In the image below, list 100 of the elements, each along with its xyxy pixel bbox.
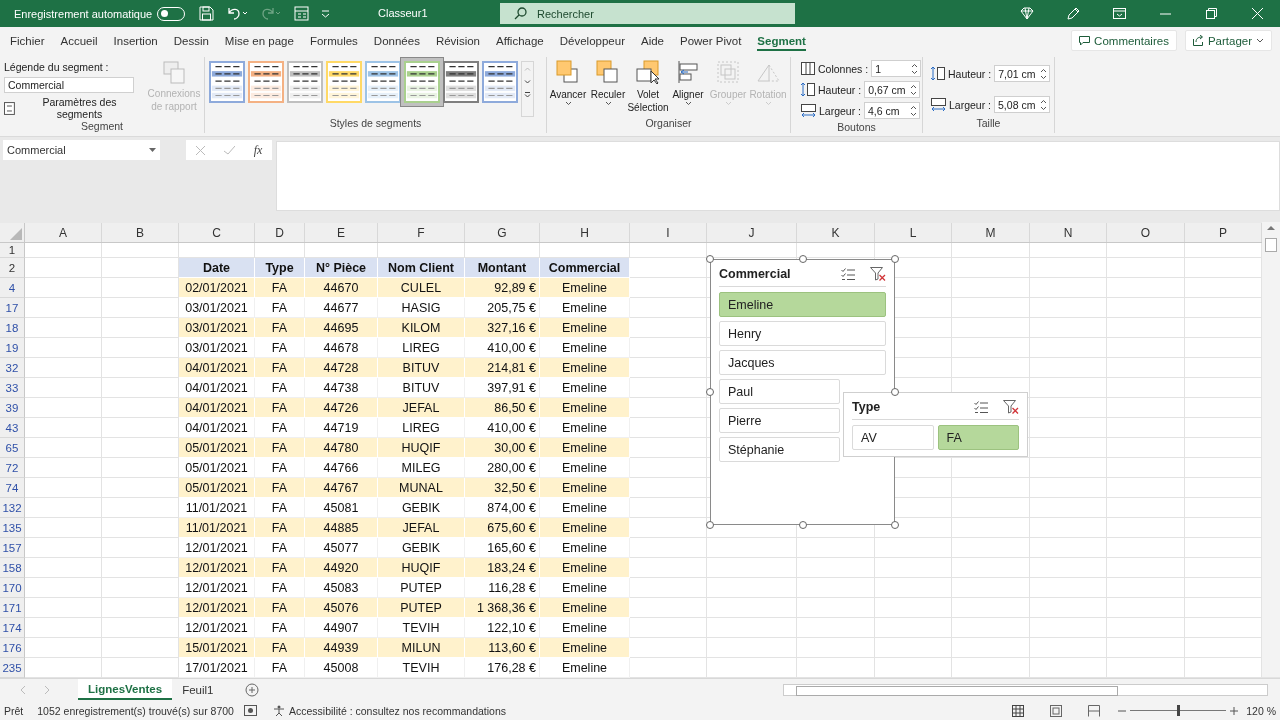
column-header[interactable]: L: [875, 223, 952, 242]
arrange-button[interactable]: Aligner: [668, 59, 708, 117]
formula-field[interactable]: [276, 141, 1280, 211]
column-header[interactable]: F: [378, 223, 465, 242]
page-layout-icon[interactable]: [1050, 704, 1063, 717]
slicer-style-swatch[interactable]: [365, 61, 401, 103]
spin-arrows-icon[interactable]: [910, 104, 918, 117]
close-icon[interactable]: [1251, 8, 1263, 19]
caption-field[interactable]: Commercial: [4, 77, 134, 93]
accessibility-status[interactable]: Accessibilité : consultez nos recommandations: [288, 704, 507, 717]
resize-handle[interactable]: [798, 521, 807, 529]
row-header[interactable]: 19: [0, 338, 25, 358]
sheet-tab[interactable]: LignesVentes: [78, 679, 173, 700]
slicer-item[interactable]: AV: [852, 425, 934, 450]
ribbon-tab[interactable]: Données: [365, 27, 428, 54]
minimize-icon[interactable]: [1159, 12, 1171, 15]
arrange-button[interactable]: Volet Sélection: [628, 59, 668, 117]
zoom-in-icon[interactable]: [1230, 706, 1239, 715]
row-header[interactable]: 32: [0, 358, 25, 378]
horizontal-scrollbar[interactable]: [783, 684, 1268, 696]
arrange-button[interactable]: Reculer: [588, 59, 628, 117]
slicer-item[interactable]: Henry: [719, 321, 886, 346]
column-header[interactable]: A: [25, 223, 102, 242]
spin-field[interactable]: 1: [871, 60, 922, 77]
multi-select-icon[interactable]: [841, 267, 856, 281]
save-icon[interactable]: [199, 6, 215, 21]
spin-field[interactable]: 4,6 cm: [864, 102, 921, 119]
slicer-item[interactable]: Stéphanie: [719, 437, 840, 462]
row-header[interactable]: 135: [0, 518, 25, 538]
ribbon-tab[interactable]: Aide: [632, 27, 672, 54]
row-header[interactable]: 174: [0, 618, 25, 638]
row-header[interactable]: 43: [0, 418, 25, 438]
column-header[interactable]: G: [465, 223, 540, 242]
ribbon-tab[interactable]: Segment: [749, 27, 814, 54]
row-header[interactable]: 33: [0, 378, 25, 398]
slicer-style-swatch[interactable]: [209, 61, 245, 103]
ribbon-tab[interactable]: Power Pivot: [672, 27, 750, 54]
arrange-button[interactable]: Avancer: [548, 59, 588, 117]
form-icon[interactable]: [294, 6, 310, 21]
column-header[interactable]: J: [707, 223, 797, 242]
page-break-icon[interactable]: [1088, 704, 1101, 717]
spin-field[interactable]: 0,67 cm: [864, 81, 921, 98]
slicer-item[interactable]: FA: [937, 425, 1019, 450]
undo-icon[interactable]: [226, 6, 249, 21]
vertical-scrollbar[interactable]: [1262, 222, 1280, 677]
spin-arrows-icon[interactable]: [1040, 98, 1048, 111]
ribbon-tab[interactable]: Affichage: [488, 27, 552, 54]
scroll-thumb[interactable]: [796, 686, 1118, 696]
dropdown-caret-icon[interactable]: [149, 148, 156, 152]
ribbon-tab[interactable]: Mise en page: [216, 27, 302, 54]
row-header[interactable]: 170: [0, 578, 25, 598]
column-header[interactable]: I: [630, 223, 707, 242]
clear-filter-icon[interactable]: [1003, 400, 1019, 414]
spin-field[interactable]: 5,08 cm: [994, 96, 1051, 113]
clear-filter-icon[interactable]: [870, 267, 886, 281]
row-header[interactable]: 1: [0, 243, 25, 258]
row-header[interactable]: 158: [0, 558, 25, 578]
row-header[interactable]: 17: [0, 298, 25, 318]
column-header[interactable]: N: [1030, 223, 1107, 242]
customize-caret-icon[interactable]: [321, 9, 331, 18]
slicer-settings-button[interactable]: Paramètres des segments: [0, 96, 144, 120]
ribbon-tab[interactable]: Développeur: [551, 27, 633, 54]
spin-field[interactable]: 7,01 cm: [994, 65, 1051, 82]
add-sheet-icon[interactable]: [245, 682, 260, 697]
ribbon-tab[interactable]: Formules: [301, 27, 366, 54]
slicer-item[interactable]: Pierre: [719, 408, 840, 433]
column-header[interactable]: O: [1107, 223, 1185, 242]
resize-handle[interactable]: [706, 388, 714, 396]
resize-handle[interactable]: [798, 255, 807, 263]
column-header[interactable]: M: [952, 223, 1030, 242]
name-box[interactable]: Commercial: [3, 140, 160, 160]
insert-function-button[interactable]: fx: [253, 142, 263, 158]
column-header[interactable]: D: [255, 223, 305, 242]
row-header[interactable]: 235: [0, 658, 25, 678]
row-header[interactable]: 4: [0, 278, 25, 298]
slicer-style-swatch[interactable]: [482, 61, 518, 103]
spin-arrows-icon[interactable]: [911, 62, 919, 75]
row-header[interactable]: 39: [0, 398, 25, 418]
slicer-item[interactable]: Jacques: [719, 350, 886, 375]
resize-handle[interactable]: [891, 255, 899, 263]
multi-select-icon[interactable]: [974, 400, 989, 414]
ribbon-tab[interactable]: Dessin: [165, 27, 217, 54]
column-header[interactable]: K: [797, 223, 875, 242]
row-header[interactable]: 65: [0, 438, 25, 458]
row-header[interactable]: 176: [0, 638, 25, 658]
zoom-level[interactable]: 120 %: [1246, 704, 1276, 717]
ribbon-tab[interactable]: Révision: [427, 27, 488, 54]
row-header[interactable]: 72: [0, 458, 25, 478]
diamond-icon[interactable]: [1020, 7, 1034, 20]
ribbon-tab[interactable]: Fichier: [2, 27, 53, 54]
accessibility-icon[interactable]: [272, 704, 285, 717]
row-header[interactable]: 171: [0, 598, 25, 618]
normal-view-icon[interactable]: [1012, 704, 1025, 717]
comments-button[interactable]: Commentaires: [1071, 30, 1177, 51]
row-header[interactable]: 18: [0, 318, 25, 338]
spin-arrows-icon[interactable]: [1040, 67, 1048, 80]
search-field[interactable]: Rechercher: [500, 3, 795, 24]
ribbon-tab[interactable]: Accueil: [52, 27, 106, 54]
column-header[interactable]: H: [540, 223, 630, 242]
zoom-thumb[interactable]: [1177, 705, 1181, 716]
